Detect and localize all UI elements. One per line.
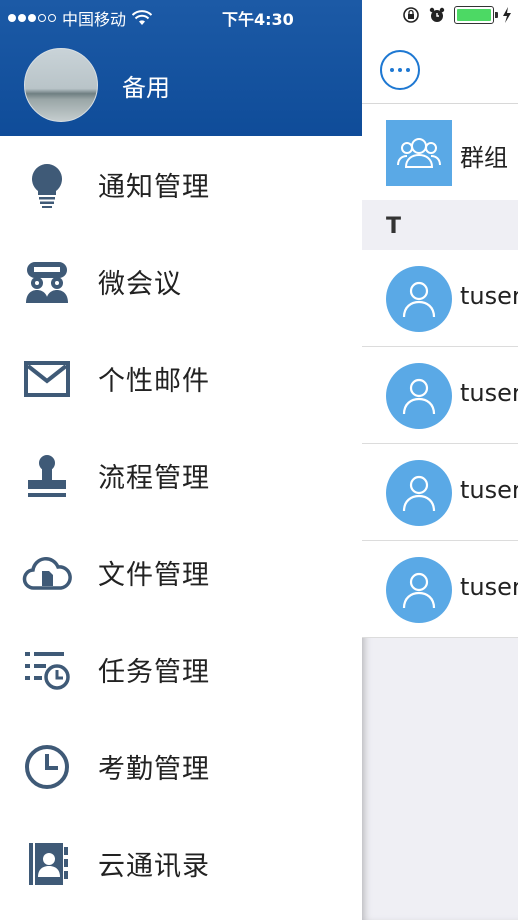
- contact-book-icon: [22, 839, 72, 889]
- group-row[interactable]: 群组: [362, 104, 518, 200]
- contact-row[interactable]: tuser: [362, 444, 518, 541]
- mail-icon: [22, 354, 72, 404]
- contact-name: tuser: [460, 379, 518, 407]
- meeting-icon: [22, 257, 72, 307]
- clock-icon: [22, 742, 72, 792]
- contact-name: tuser: [460, 573, 518, 601]
- menu-label: 通知管理: [98, 172, 210, 203]
- person-icon: [386, 460, 452, 526]
- charging-bolt-icon: [503, 7, 511, 23]
- menu-item-attendance[interactable]: 考勤管理: [0, 718, 362, 815]
- menu-item-notifications[interactable]: 通知管理: [0, 136, 362, 233]
- carrier-name: 中国移动: [62, 10, 127, 29]
- menu-item-contacts[interactable]: 云通讯录: [0, 815, 362, 912]
- rotation-lock-icon: [403, 7, 419, 23]
- user-avatar[interactable]: [24, 48, 98, 122]
- user-name: 备用: [122, 74, 170, 102]
- contact-name: tuser: [460, 282, 518, 310]
- section-letter: T: [386, 214, 402, 239]
- side-drawer: 中国移动 下午4:30 备用 通知管理 微会议 个性邮件 流程管理 文件管理 任…: [0, 0, 362, 920]
- menu-item-files[interactable]: 文件管理: [0, 524, 362, 621]
- task-list-icon: [22, 645, 72, 695]
- battery-icon: [454, 6, 498, 24]
- menu-item-workflow[interactable]: 流程管理: [0, 427, 362, 524]
- drawer-menu: 通知管理 微会议 个性邮件 流程管理 文件管理 任务管理 考勤管理 云通讯录: [0, 136, 362, 912]
- lightbulb-icon: [22, 160, 72, 210]
- drawer-header: 中国移动 下午4:30 备用: [0, 0, 362, 136]
- menu-label: 文件管理: [98, 560, 210, 591]
- menu-label: 任务管理: [98, 657, 210, 688]
- menu-label: 个性邮件: [98, 366, 210, 397]
- person-icon: [386, 266, 452, 332]
- menu-item-tasks[interactable]: 任务管理: [0, 621, 362, 718]
- menu-item-mail[interactable]: 个性邮件: [0, 330, 362, 427]
- signal-strength-icon: [8, 14, 56, 22]
- status-bar-left: 中国移动: [8, 6, 153, 30]
- person-icon: [386, 557, 452, 623]
- wifi-icon: [132, 10, 153, 25]
- contact-list: tuser tuser tuser tuser: [362, 250, 518, 638]
- menu-label: 云通讯录: [98, 851, 210, 882]
- contacts-panel: 群组 T tuser tuser tuser tuser: [362, 0, 518, 920]
- group-label: 群组: [460, 144, 508, 172]
- person-icon: [386, 363, 452, 429]
- contact-row[interactable]: tuser: [362, 250, 518, 347]
- stamp-icon: [22, 451, 72, 501]
- more-options-button[interactable]: [380, 50, 420, 90]
- contact-row[interactable]: tuser: [362, 347, 518, 444]
- menu-label: 流程管理: [98, 463, 210, 494]
- contact-row[interactable]: tuser: [362, 541, 518, 638]
- status-bar-right: [362, 0, 518, 34]
- panel-nav-bar: [362, 34, 518, 104]
- contact-name: tuser: [460, 476, 518, 504]
- cloud-file-icon: [22, 548, 72, 598]
- alarm-icon: [429, 7, 445, 22]
- section-header: T: [362, 200, 518, 250]
- status-time: 下午4:30: [222, 10, 294, 29]
- menu-label: 微会议: [98, 269, 182, 300]
- menu-label: 考勤管理: [98, 754, 210, 785]
- menu-item-meeting[interactable]: 微会议: [0, 233, 362, 330]
- group-icon: [386, 120, 452, 186]
